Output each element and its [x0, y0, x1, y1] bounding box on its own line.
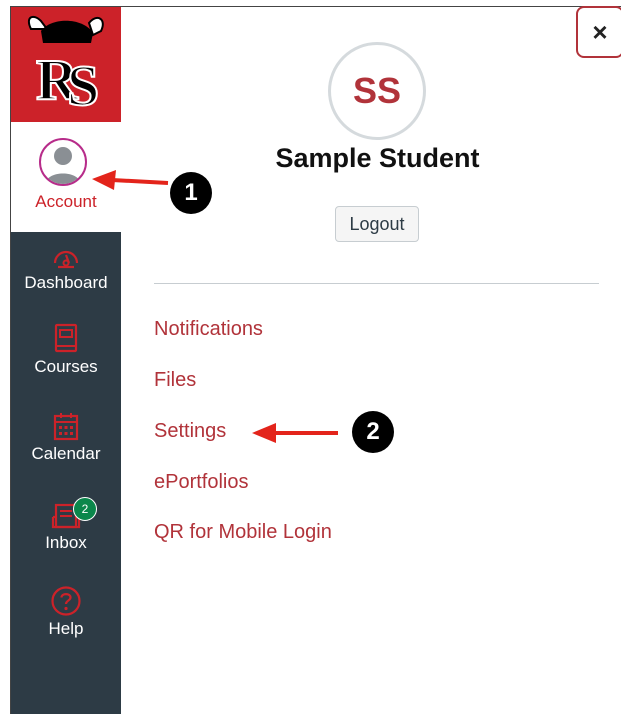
profile-avatar: SS [328, 42, 426, 140]
user-name: Sample Student [275, 143, 480, 173]
sidebar-item-label: Courses [34, 357, 98, 376]
school-logo[interactable]: R S [11, 7, 121, 122]
book-icon [54, 323, 78, 353]
sidebar-item-calendar[interactable]: Calendar [11, 412, 121, 464]
callout-marker-1: 1 [170, 172, 212, 214]
eportfolios-link[interactable]: ePortfolios [154, 471, 249, 494]
help-icon [51, 586, 81, 616]
calendar-icon [53, 413, 79, 441]
school-logo-icon: R S [27, 15, 104, 119]
sidebar-item-label: Calendar [31, 444, 101, 463]
logout-button[interactable]: Logout [335, 206, 419, 242]
svg-text:S: S [67, 53, 99, 118]
sidebar-item-label: Inbox [45, 533, 87, 552]
notifications-link[interactable]: Notifications [154, 318, 263, 341]
arrow-2-icon [252, 423, 338, 443]
speedometer-icon [53, 250, 79, 269]
files-link[interactable]: Files [154, 369, 196, 392]
sidebar-item-label: Help [48, 619, 84, 638]
unread-count-badge: 2 [73, 497, 97, 521]
qr-mobile-login-link[interactable]: QR for Mobile Login [154, 521, 332, 544]
sidebar-item-inbox[interactable]: 2 Inbox [11, 497, 121, 553]
arrow-1-icon [92, 170, 169, 190]
close-button[interactable]: × [576, 6, 621, 58]
callout-marker-2: 2 [352, 411, 394, 453]
sidebar-item-dashboard[interactable]: Dashboard [11, 243, 121, 293]
sidebar-item-help[interactable]: Help [11, 585, 121, 639]
user-silhouette-icon [45, 147, 81, 184]
avatar [39, 138, 87, 186]
sidebar-item-courses[interactable]: Courses [11, 323, 121, 377]
settings-link[interactable]: Settings [154, 420, 226, 443]
global-navigation: R S Account Dashboard Courses Calendar 2… [11, 7, 121, 714]
sidebar-item-label: Dashboard [24, 273, 108, 292]
divider [154, 283, 599, 284]
